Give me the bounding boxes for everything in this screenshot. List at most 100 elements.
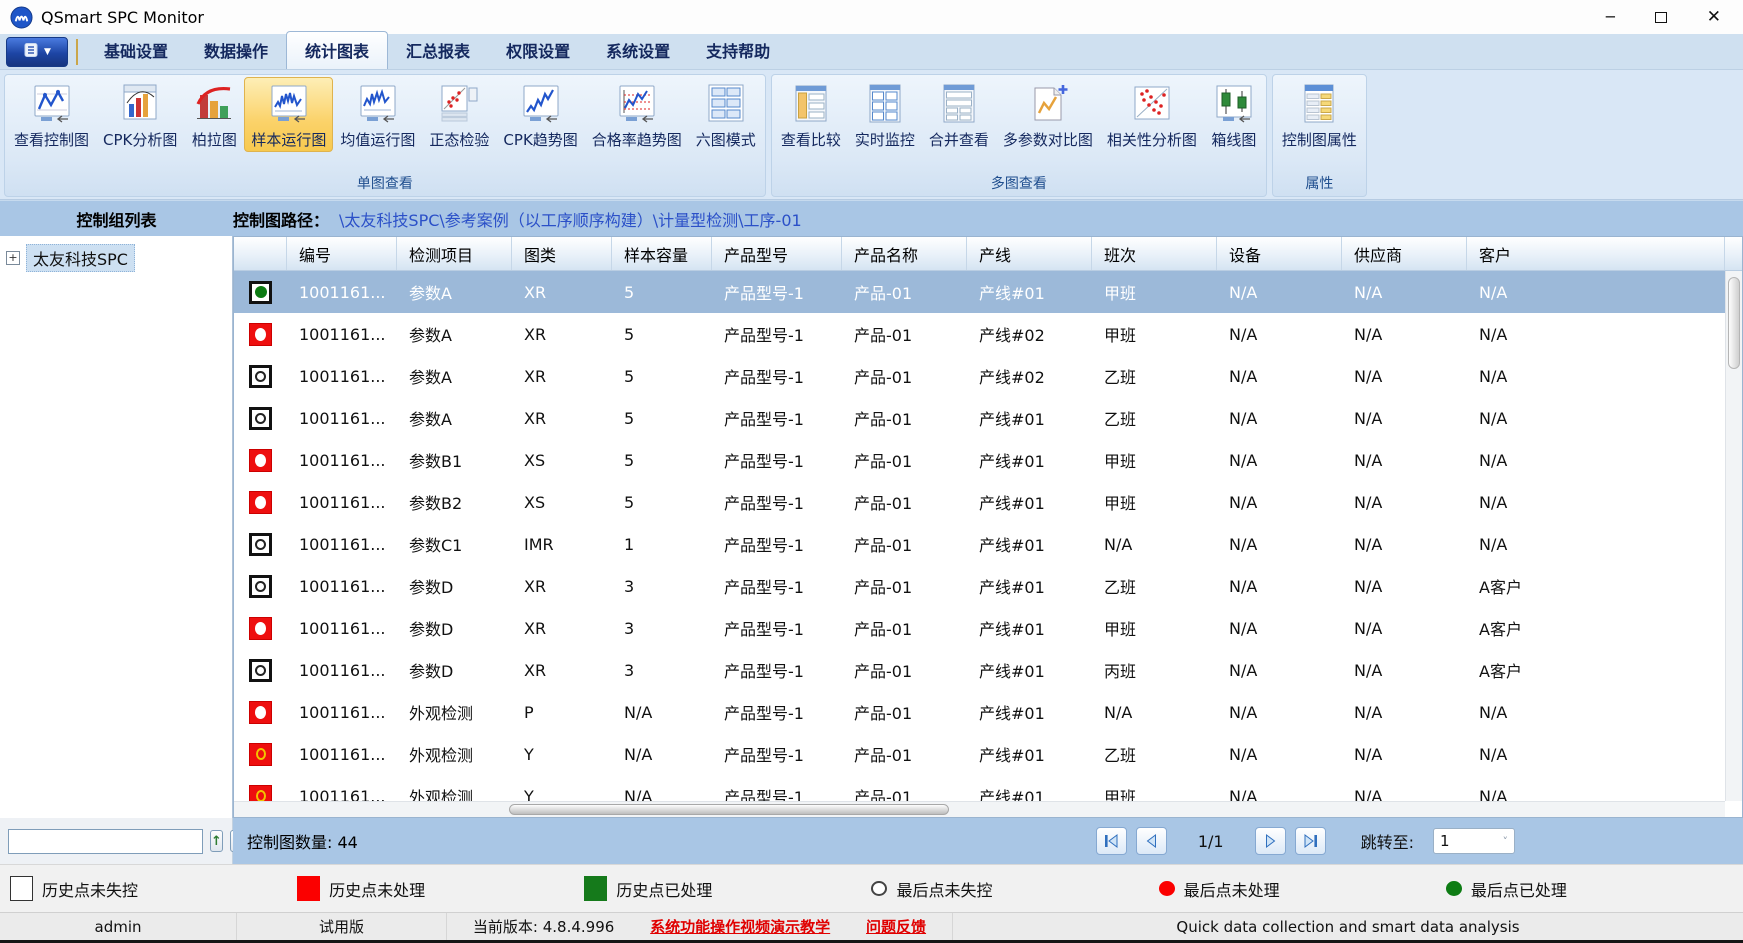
mean-run-chart-button[interactable]: 均值运行图 [333,77,422,152]
maximize-button[interactable] [1655,12,1667,23]
horizontal-scrollbar-thumb[interactable] [509,804,949,815]
control-chart-table: 编号检测项目图类样本容量产品型号产品名称产线班次设备供应商客户 1001161.… [233,236,1743,818]
menu-tab-4[interactable]: 汇总报表 [388,32,488,69]
column-header-9[interactable]: 设备 [1217,237,1342,270]
column-header-6[interactable]: 产品名称 [842,237,967,270]
version-and-links: 当前版本: 4.8.4.996 系统功能操作视频演示教学 问题反馈 [447,913,953,940]
cell: 1 [612,523,712,565]
cell: 产品型号-1 [712,481,842,523]
box-plot-button[interactable]: 箱线图 [1204,77,1264,152]
close-button[interactable]: ✕ [1707,9,1721,26]
jump-to-label: 跳转至: [1361,829,1414,853]
menu-tab-1[interactable]: 基础设置 [86,32,186,69]
vertical-scrollbar[interactable] [1725,271,1742,801]
video-tutorial-link[interactable]: 系统功能操作视频演示教学 [650,916,830,937]
table-row[interactable]: 1001161...参数C1IMR1产品型号-1产品-01产线#01N/AN/A… [234,523,1725,565]
feedback-link[interactable]: 问题反馈 [866,916,926,937]
column-header-status[interactable] [234,237,287,270]
column-header-7[interactable]: 产线 [967,237,1092,270]
view-compare-button[interactable]: 查看比较 [774,77,848,152]
cell: N/A [1342,313,1467,355]
cell: 1001161... [287,565,397,607]
prev-page-button[interactable] [1136,827,1167,855]
table-row[interactable]: 1001161...参数B2XS5产品型号-1产品-01产线#01甲班N/AN/… [234,481,1725,523]
slogan-text: Quick data collection and smart data ana… [953,913,1743,940]
table-row[interactable]: 1001161...参数DXR3产品型号-1产品-01产线#01丙班N/AN/A… [234,649,1725,691]
cell: 产品型号-1 [712,397,842,439]
tree-item-root[interactable]: + 太友科技SPC [0,240,232,276]
table-row[interactable]: 1001161...外观检测PN/A产品型号-1产品-01产线#01N/AN/A… [234,691,1725,733]
table-row[interactable]: 1001161...外观检测YN/A产品型号-1产品-01产线#01乙班N/AN… [234,733,1725,775]
column-header-8[interactable]: 班次 [1092,237,1217,270]
status-cell [234,313,287,355]
cell: XR [512,565,612,607]
next-page-button[interactable] [1255,827,1286,855]
minimize-button[interactable]: ─ [1606,10,1615,25]
normality-test-button[interactable]: 正态检验 [422,77,496,152]
menu-tab-5[interactable]: 权限设置 [488,32,588,69]
legend-label: 最后点未失控 [896,877,992,901]
status-hollow-icon [249,407,272,430]
cell: 产线#01 [967,481,1092,523]
horizontal-scrollbar[interactable] [234,801,1725,817]
chart-properties-button[interactable]: 控制图属性 [1275,77,1364,152]
ribbon-toolbar: 查看控制图CPK分析图柏拉图样本运行图均值运行图正态检验CPK趋势图合格率趋势图… [0,70,1743,200]
legend-label: 历史点未处理 [329,877,425,901]
table-row[interactable]: 1001161...参数AXR5产品型号-1产品-01产线#01甲班N/AN/A… [234,271,1725,313]
ribbon-button-label: 样本运行图 [251,129,326,150]
menu-tab-2[interactable]: 数据操作 [186,32,286,69]
table-row[interactable]: 1001161...参数B1XS5产品型号-1产品-01产线#01甲班N/AN/… [234,439,1725,481]
view-control-chart-button[interactable]: 查看控制图 [7,77,96,152]
tree-search-input[interactable] [8,829,203,854]
status-red-dot-icon [249,323,272,346]
cpk-analysis-button[interactable]: CPK分析图 [96,77,184,152]
menu-tab-6[interactable]: 系统设置 [588,32,688,69]
table-row[interactable]: 1001161...参数AXR5产品型号-1产品-01产线#01乙班N/AN/A… [234,397,1725,439]
column-header-2[interactable]: 检测项目 [397,237,512,270]
menu-tab-7[interactable]: 支持帮助 [688,32,788,69]
window-title: QSmart SPC Monitor [41,8,204,27]
cell: 1001161... [287,313,397,355]
vertical-scrollbar-thumb[interactable] [1728,277,1740,369]
cell: A客户 [1467,565,1725,607]
sample-run-chart-button[interactable]: 样本运行图 [244,77,333,152]
six-chart-mode-button[interactable]: 六图模式 [689,77,763,152]
table-row[interactable]: 1001161...参数AXR5产品型号-1产品-01产线#02甲班N/AN/A… [234,313,1725,355]
tree-expand-icon[interactable]: + [6,251,20,265]
table-row[interactable]: 1001161...参数AXR5产品型号-1产品-01产线#02乙班N/AN/A… [234,355,1725,397]
cell: XS [512,481,612,523]
merge-view-button[interactable]: 合并查看 [922,77,996,152]
table-row[interactable]: 1001161...参数DXR3产品型号-1产品-01产线#01乙班N/AN/A… [234,565,1725,607]
cell: XR [512,649,612,691]
cell: 产品型号-1 [712,691,842,733]
column-header-5[interactable]: 产品型号 [712,237,842,270]
pass-rate-trend-button[interactable]: 合格率趋势图 [585,77,689,152]
cell: N/A [1342,733,1467,775]
pareto-chart-button[interactable]: 柏拉图 [184,77,244,152]
column-header-4[interactable]: 样本容量 [612,237,712,270]
cpk-trend-chart-button[interactable]: CPK趋势图 [496,77,584,152]
column-header-3[interactable]: 图类 [512,237,612,270]
cell: XR [512,607,612,649]
search-up-button[interactable]: ↑ [210,830,223,852]
multi-param-compare-button[interactable]: 多参数对比图 [996,77,1100,152]
chart-properties-icon [1296,81,1342,127]
ribbon-button-label: 柏拉图 [192,129,237,150]
column-header-11[interactable]: 客户 [1467,237,1725,270]
column-header-1[interactable]: 编号 [287,237,397,270]
menu-tab-3[interactable]: 统计图表 [286,31,388,69]
correlation-analysis-button[interactable]: 相关性分析图 [1100,77,1204,152]
column-header-10[interactable]: 供应商 [1342,237,1467,270]
app-menu-button[interactable]: ▼ [6,37,68,67]
cell: N/A [1092,691,1217,733]
legend-item: 最后点未失控 [871,877,1158,901]
realtime-monitor-button[interactable]: 实时监控 [848,77,922,152]
first-page-button[interactable] [1096,827,1127,855]
tree-item-label: 太友科技SPC [26,244,135,272]
cell: 参数A [397,397,512,439]
cell: 乙班 [1092,397,1217,439]
last-page-button[interactable] [1295,827,1326,855]
table-row[interactable]: 1001161...参数DXR3产品型号-1产品-01产线#01甲班N/AN/A… [234,607,1725,649]
chart-path-value[interactable]: \太友科技SPC\参考案例（以工序顺序构建）\计量型检测\工序-01 [339,207,802,231]
jump-page-select[interactable]: 1 ˅ [1433,828,1515,854]
